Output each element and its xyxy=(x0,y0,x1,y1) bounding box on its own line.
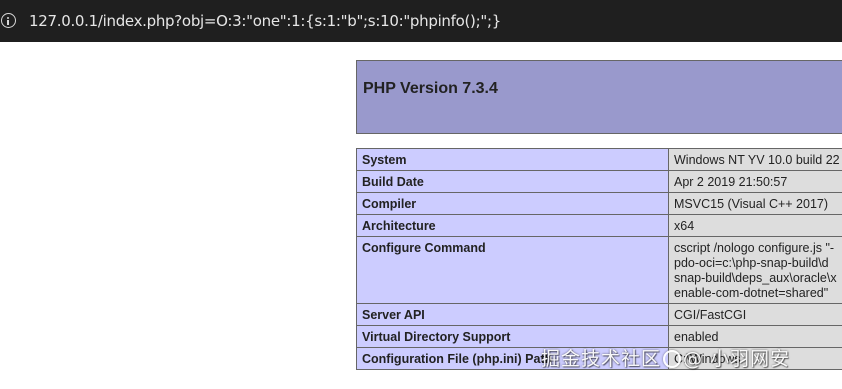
row-value: cscript /nologo configure.js "- pdo-oci=… xyxy=(668,236,842,304)
row-value: CGI/FastCGI xyxy=(668,303,842,326)
watermark-text: 掘金技术社区 xyxy=(541,348,662,370)
row-value: MSVC15 (Visual C++ 2017) xyxy=(668,192,842,215)
row-key: Server API xyxy=(356,303,669,326)
watermark: 掘金技术社区 @ 小羽网安 xyxy=(541,344,790,371)
watermark-author: 小羽网安 xyxy=(710,348,791,370)
table-row: Configure Command cscript /nologo config… xyxy=(356,236,842,304)
table-row: Server API CGI/FastCGI xyxy=(356,303,842,326)
url-text[interactable]: 127.0.0.1/index.php?obj=O:3:"one":1:{s:1… xyxy=(29,12,501,30)
page-title: PHP Version 7.3.4 xyxy=(363,80,498,97)
info-icon[interactable] xyxy=(1,13,16,28)
page-content: PHP Version 7.3.4 System Windows NT YV 1… xyxy=(0,42,842,389)
row-value: Apr 2 2019 21:50:57 xyxy=(668,170,842,193)
watermark-at: @ xyxy=(683,348,704,370)
row-key: Configure Command xyxy=(356,236,669,304)
juejin-logo-icon xyxy=(663,350,682,368)
address-bar[interactable]: 127.0.0.1/index.php?obj=O:3:"one":1:{s:1… xyxy=(0,0,842,42)
table-row: System Windows NT YV 10.0 build 22 xyxy=(356,148,842,171)
row-key: Build Date xyxy=(356,170,669,193)
php-version-header: PHP Version 7.3.4 xyxy=(356,60,842,134)
row-value: x64 xyxy=(668,214,842,237)
table-row: Compiler MSVC15 (Visual C++ 2017) xyxy=(356,192,842,215)
phpinfo-table: System Windows NT YV 10.0 build 22 Build… xyxy=(356,148,842,370)
row-key: System xyxy=(356,148,669,171)
row-key: Architecture xyxy=(356,214,669,237)
row-key: Compiler xyxy=(356,192,669,215)
row-value: Windows NT YV 10.0 build 22 xyxy=(668,148,842,171)
table-row: Build Date Apr 2 2019 21:50:57 xyxy=(356,170,842,193)
table-row: Architecture x64 xyxy=(356,214,842,237)
